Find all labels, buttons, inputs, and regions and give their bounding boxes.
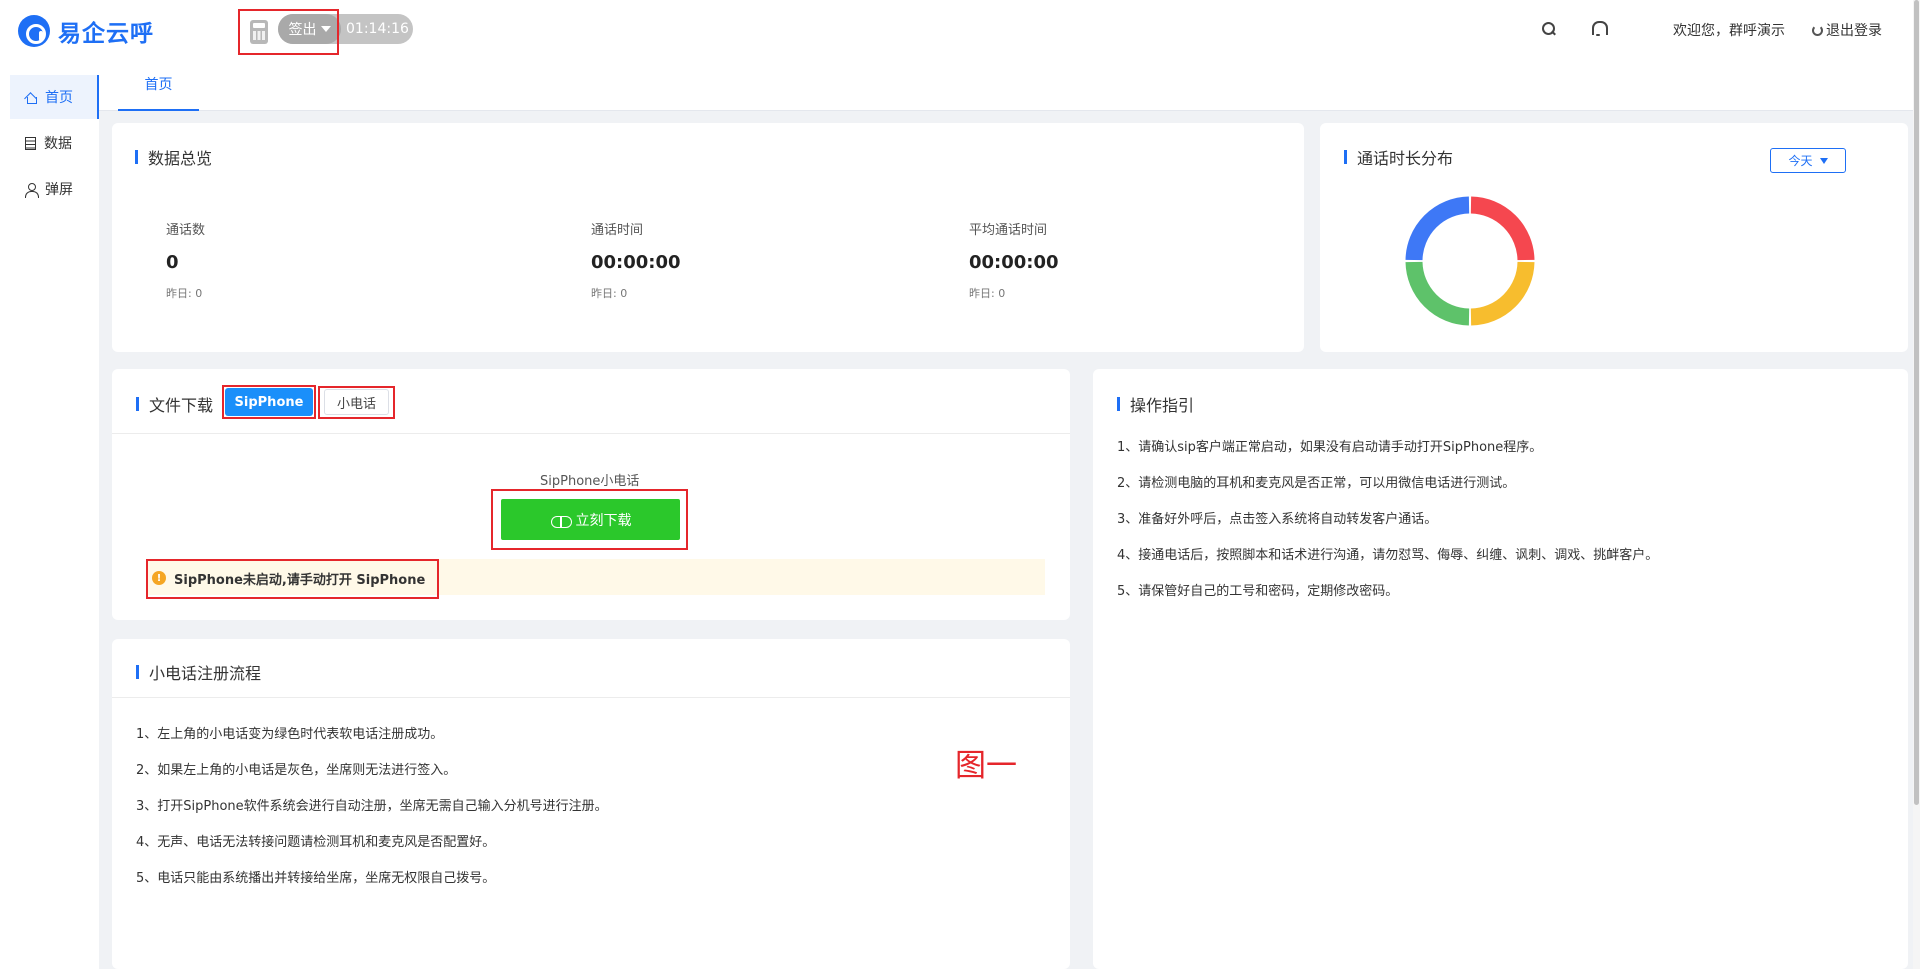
donut-segment (1405, 261, 1470, 326)
highlight-box-small-phone (318, 386, 395, 419)
stat-value-calls: 0 (166, 252, 179, 273)
donut-segment (1405, 196, 1470, 261)
bell-icon[interactable] (1591, 20, 1608, 36)
stat-label-avg-time: 平均通话时间 (969, 223, 1048, 238)
sidebar-item-label: 弹屏 (45, 182, 73, 198)
figure-annotation: 图一 (955, 748, 1017, 784)
search-icon[interactable] (1542, 22, 1556, 36)
guide-line: 4、接通电话后，按照脚本和话术进行沟通，请勿怼骂、侮辱、纠缠、讽刺、调戏、挑衅客… (1117, 548, 1659, 563)
welcome-text: 欢迎您，群呼演示 (1673, 23, 1785, 39)
download-caption: SipPhone小电话 (540, 474, 640, 489)
data-icon (25, 136, 36, 150)
page-tab-bar: 首页 (99, 59, 1914, 111)
logo-icon (18, 15, 50, 47)
logout-label: 退出登录 (1826, 23, 1882, 39)
highlight-box-status (238, 9, 339, 55)
chevron-down-icon (1819, 157, 1828, 164)
highlight-box-download (491, 489, 688, 550)
stat-label-calls: 通话数 (166, 223, 206, 238)
sidebar-item-popup[interactable]: 弹屏 (10, 167, 99, 211)
donut-segment (1470, 261, 1535, 326)
guide-line: 5、请保管好自己的工号和密码，定期修改密码。 (1117, 584, 1399, 599)
tab-home[interactable]: 首页 (118, 59, 199, 111)
sidebar: 首页 数据 弹屏 (0, 59, 99, 969)
date-range-dropdown[interactable]: 今天 (1770, 148, 1846, 173)
stat-value-talk-time: 00:00:00 (591, 252, 681, 273)
register-title: 小电话注册流程 (136, 660, 261, 684)
donut-segment (1470, 196, 1535, 261)
sidebar-item-home[interactable]: 首页 (10, 75, 99, 119)
register-line: 1、左上角的小电话变为绿色时代表软电话注册成功。 (136, 727, 444, 742)
user-icon (25, 182, 39, 198)
logo-text: 易企云呼 (58, 21, 154, 47)
stat-yesterday-talk-time: 昨日: 0 (591, 287, 628, 300)
sidebar-item-label: 数据 (44, 136, 72, 152)
highlight-box-sipphone (222, 385, 316, 419)
stat-yesterday-calls: 昨日: 0 (166, 287, 203, 300)
logout-button[interactable]: 退出登录 (1812, 20, 1882, 40)
app-logo[interactable]: 易企云呼 (18, 14, 154, 48)
stat-label-talk-time: 通话时间 (591, 223, 644, 238)
register-line: 5、电话只能由系统播出并转接给坐席，坐席无权限自己拨号。 (136, 871, 496, 886)
register-line: 4、无声、电话无法转接问题请检测耳机和麦克风是否配置好。 (136, 835, 496, 850)
download-divider (112, 433, 1070, 434)
home-icon (25, 92, 37, 104)
guide-line: 1、请确认sip客户端正常启动，如果没有启动请手动打开SipPhone程序。 (1117, 440, 1543, 455)
overview-card (112, 123, 1304, 352)
session-timer: 01:14:16 (346, 21, 409, 37)
duration-title: 通话时长分布 (1344, 145, 1453, 169)
logout-icon (1812, 24, 1823, 36)
sidebar-item-label: 首页 (45, 90, 73, 106)
register-divider (112, 697, 1070, 698)
overview-title: 数据总览 (135, 145, 212, 169)
guide-line: 2、请检测电脑的耳机和麦克风是否正常，可以用微信电话进行测试。 (1117, 476, 1516, 491)
sidebar-item-data[interactable]: 数据 (10, 121, 99, 165)
download-title: 文件下载 (136, 392, 213, 416)
stat-value-avg-time: 00:00:00 (969, 252, 1059, 273)
top-header: 易企云呼 签出 01:14:16 欢迎您，群呼演示 退出登录 (0, 0, 1920, 59)
guide-card (1093, 369, 1908, 969)
stat-yesterday-avg-time: 昨日: 0 (969, 287, 1006, 300)
guide-title: 操作指引 (1117, 392, 1194, 416)
page-scrollbar-thumb[interactable] (1914, 0, 1919, 805)
duration-donut-chart (1405, 196, 1535, 326)
date-range-label: 今天 (1788, 154, 1813, 168)
guide-line: 3、准备好外呼后，点击签入系统将自动转发客户通话。 (1117, 512, 1438, 527)
highlight-box-warning (146, 559, 439, 599)
register-line: 3、打开SipPhone软件系统会进行自动注册，坐席无需自己输入分机号进行注册。 (136, 799, 608, 814)
register-line: 2、如果左上角的小电话是灰色，坐席则无法进行签入。 (136, 763, 457, 778)
